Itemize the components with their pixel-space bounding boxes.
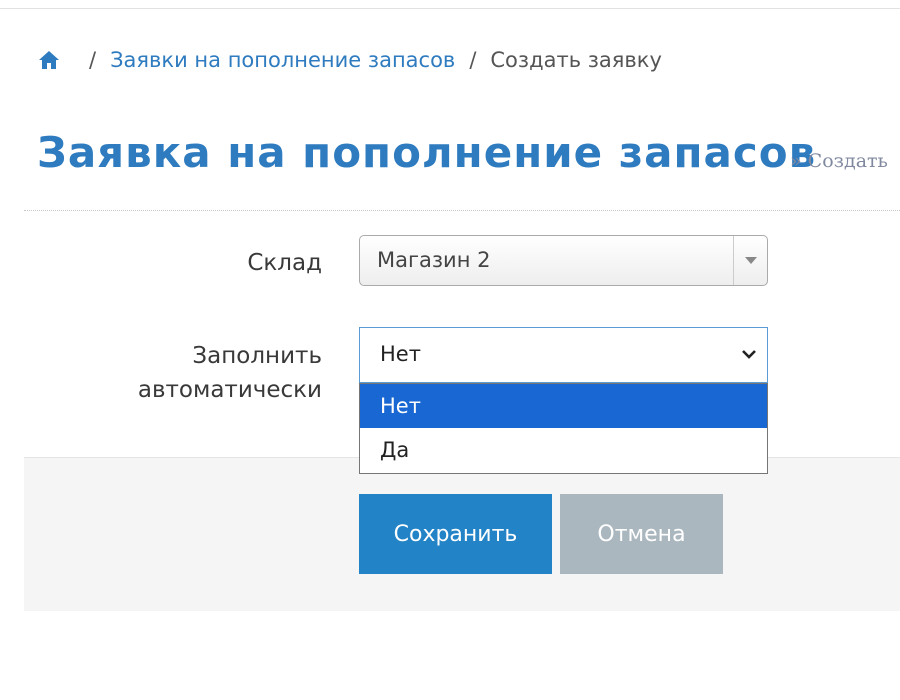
breadcrumb: / Заявки на пополнение запасов / Создать… xyxy=(37,44,662,76)
breadcrumb-separator: / xyxy=(469,48,477,72)
autofill-label: Заполнить автоматически xyxy=(138,339,322,407)
title-divider xyxy=(24,210,900,211)
breadcrumb-link-requests[interactable]: Заявки на пополнение запасов xyxy=(110,48,455,72)
save-button[interactable]: Сохранить xyxy=(359,494,552,574)
autofill-label-line1: Заполнить xyxy=(192,343,322,369)
autofill-select[interactable]: Нет xyxy=(359,327,768,383)
page-subtitle: » Создать xyxy=(790,150,888,172)
breadcrumb-current: Создать заявку xyxy=(490,48,662,72)
warehouse-label: Склад xyxy=(247,250,322,276)
caret-down-icon xyxy=(744,257,757,264)
autofill-option-no[interactable]: Нет xyxy=(360,384,767,428)
home-icon[interactable] xyxy=(37,48,61,72)
page-title: Заявка на пополнение запасов xyxy=(37,128,817,177)
warehouse-select[interactable]: Магазин 2 xyxy=(359,235,768,286)
warehouse-select-value: Магазин 2 xyxy=(377,248,491,272)
autofill-select-value: Нет xyxy=(380,342,421,366)
cancel-button[interactable]: Отмена xyxy=(560,494,723,574)
autofill-dropdown-list: Нет Да xyxy=(359,383,768,474)
warehouse-select-arrow[interactable] xyxy=(733,236,767,285)
top-divider xyxy=(0,8,900,9)
breadcrumb-separator: / xyxy=(89,48,97,72)
chevron-down-icon xyxy=(742,350,756,359)
autofill-label-line2: автоматически xyxy=(137,377,322,403)
autofill-option-yes[interactable]: Да xyxy=(360,428,767,472)
